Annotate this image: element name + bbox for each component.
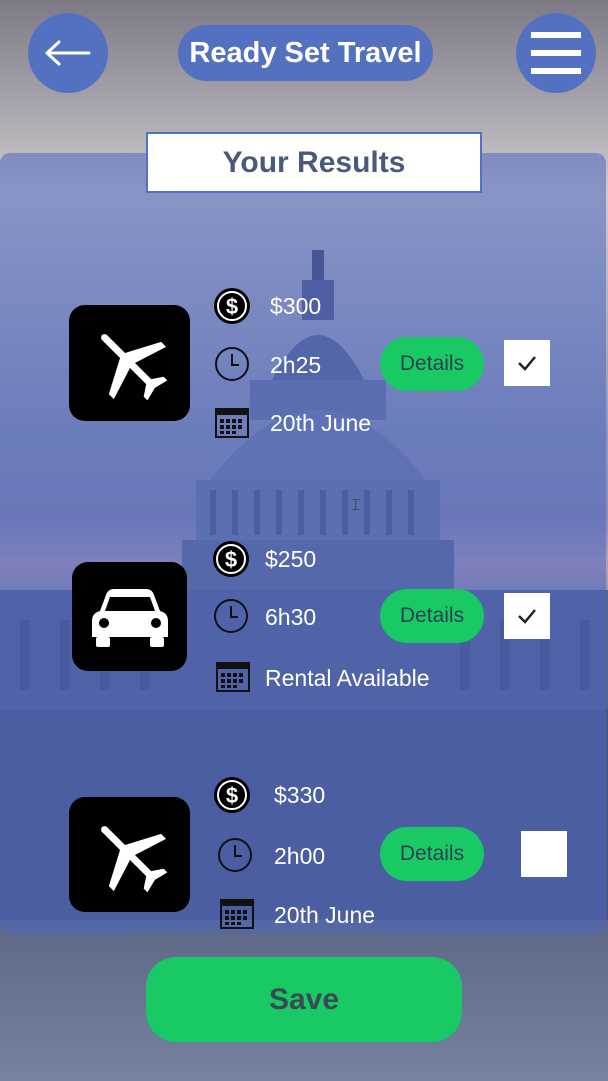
results-heading: Your Results <box>146 132 482 193</box>
app-title: Ready Set Travel <box>178 25 433 81</box>
airplane-icon <box>69 305 190 421</box>
details-button[interactable]: Details <box>380 827 484 881</box>
checkmark-icon <box>518 609 536 624</box>
duration: 2h00 <box>274 843 326 869</box>
airplane-icon <box>69 797 190 912</box>
duration: 6h30 <box>265 604 317 630</box>
details-button[interactable]: Details <box>380 337 484 391</box>
rental-status: Rental Available <box>265 665 430 691</box>
dollar-icon: $ <box>213 287 251 325</box>
duration: 2h25 <box>270 352 322 378</box>
checkmark-icon <box>518 356 536 371</box>
price: $250 <box>265 546 317 572</box>
price: $330 <box>274 782 326 808</box>
details-button[interactable]: Details <box>380 589 484 643</box>
save-button[interactable]: Save <box>146 957 462 1042</box>
hamburger-menu-icon <box>531 32 581 74</box>
dollar-icon: $ <box>212 540 250 578</box>
svg-text:$: $ <box>225 547 237 572</box>
select-checkbox[interactable] <box>504 593 550 639</box>
calendar-icon <box>214 657 252 695</box>
svg-text:$: $ <box>226 294 238 319</box>
calendar-icon <box>213 403 251 441</box>
car-icon <box>72 562 187 671</box>
dollar-icon: $ <box>213 776 251 814</box>
clock-icon <box>216 836 254 874</box>
select-checkbox[interactable] <box>521 831 567 877</box>
calendar-icon <box>218 894 256 932</box>
price: $300 <box>270 293 322 319</box>
text-cursor-icon: ⌶ <box>351 497 361 514</box>
date: 20th June <box>274 902 376 928</box>
date: 20th June <box>270 410 372 436</box>
clock-icon <box>213 345 251 383</box>
arrow-left-icon <box>45 40 91 66</box>
clock-icon <box>212 597 250 635</box>
back-button[interactable] <box>28 13 108 93</box>
select-checkbox[interactable] <box>504 340 550 386</box>
svg-text:$: $ <box>226 783 238 808</box>
menu-button[interactable] <box>516 13 596 93</box>
